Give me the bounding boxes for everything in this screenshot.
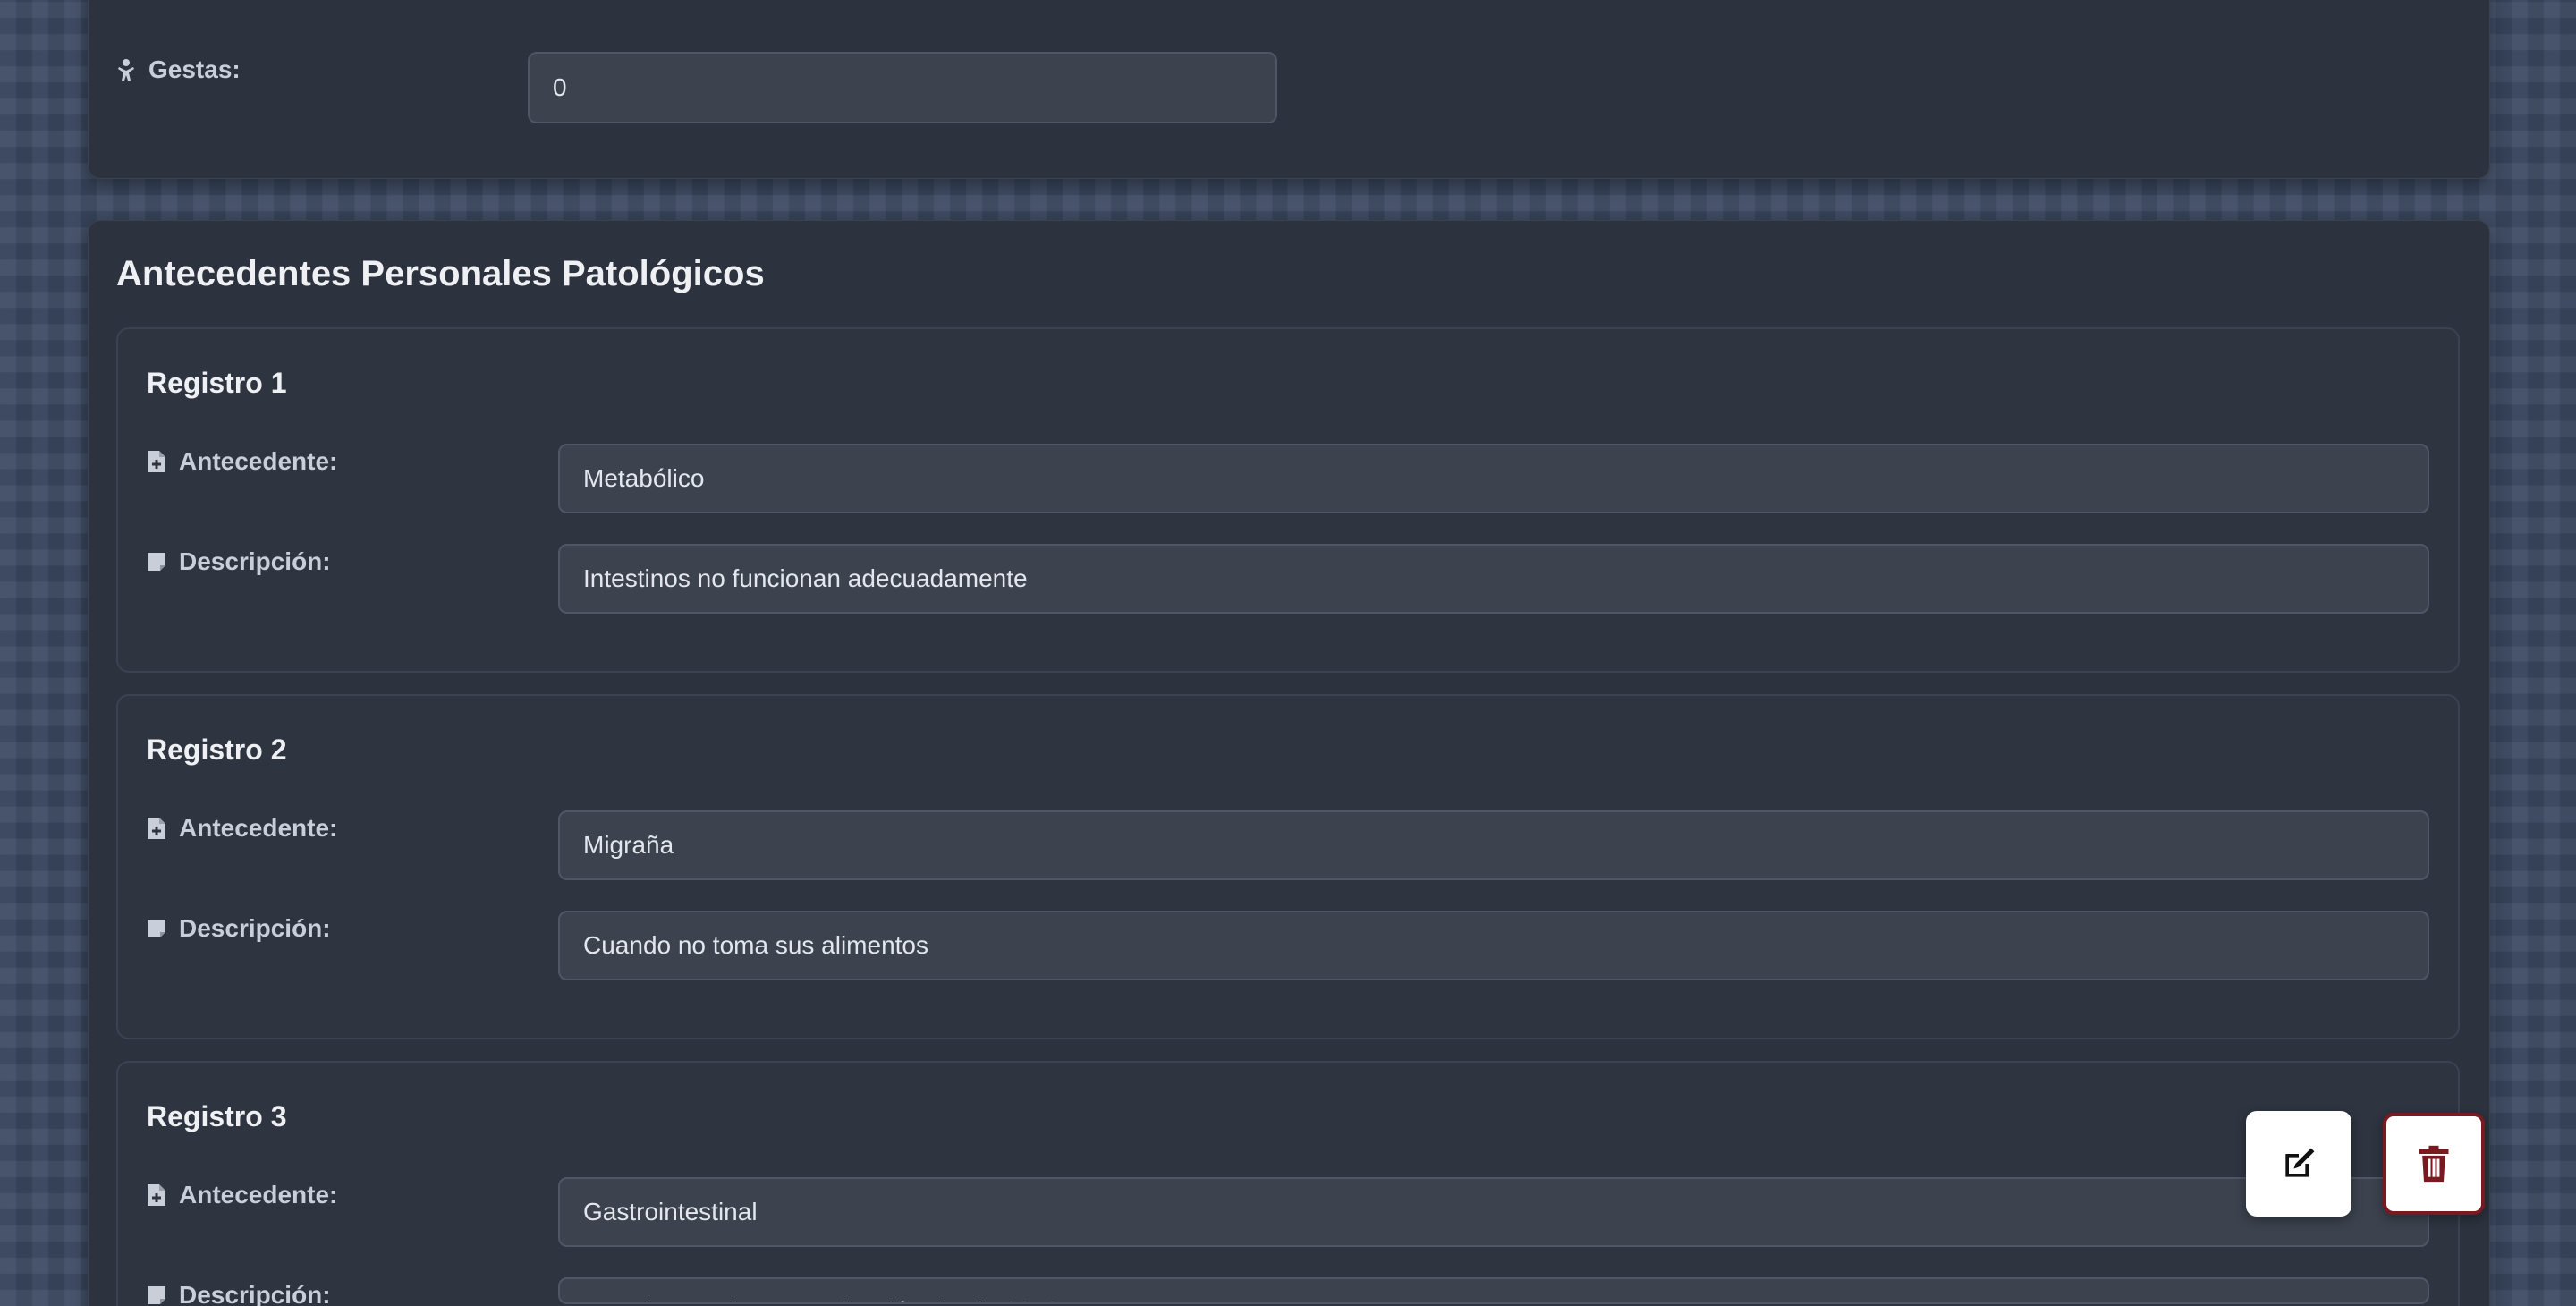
antecedente-label: Antecedente: xyxy=(147,814,337,843)
file-medical-icon xyxy=(147,817,166,840)
antecedente-label-text: Antecedente: xyxy=(179,814,338,842)
descripcion-label: Descripción: xyxy=(147,914,331,943)
sticky-note-icon xyxy=(147,550,166,573)
descripcion-label: Descripción: xyxy=(147,547,331,576)
antecedente-label: Antecedente: xyxy=(147,447,337,476)
descripcion-input[interactable]: Intestinos no hacen su función desde 201… xyxy=(558,1277,2429,1304)
trash-icon xyxy=(2416,1144,2452,1183)
descripcion-label: Descripción: xyxy=(147,1281,331,1306)
descripcion-input[interactable]: Intestinos no funcionan adecuadamente xyxy=(558,544,2429,614)
antecedente-label-text: Antecedente: xyxy=(179,447,338,475)
section-title: Antecedentes Personales Patológicos xyxy=(116,254,765,293)
descripcion-label-text: Descripción: xyxy=(179,547,331,575)
antecedente-input[interactable]: Gastrointestinal xyxy=(558,1177,2429,1247)
descripcion-label-text: Descripción: xyxy=(179,1281,331,1306)
descripcion-input[interactable]: Cuando no toma sus alimentos xyxy=(558,911,2429,980)
file-medical-icon xyxy=(147,450,166,473)
general-info-card xyxy=(88,0,2490,179)
descripcion-label-text: Descripción: xyxy=(179,914,331,942)
antecedente-input[interactable]: Migraña xyxy=(558,810,2429,880)
sticky-note-icon xyxy=(147,1284,166,1306)
record-title: Registro 2 xyxy=(147,734,287,766)
edit-icon xyxy=(2279,1144,2318,1183)
gestas-label-text: Gestas: xyxy=(148,55,241,83)
edit-button[interactable] xyxy=(2246,1111,2351,1217)
baby-icon xyxy=(116,58,136,81)
record-title: Registro 1 xyxy=(147,367,287,399)
gestas-input[interactable]: 0 xyxy=(528,52,1277,123)
antecedente-label: Antecedente: xyxy=(147,1181,337,1209)
antecedente-label-text: Antecedente: xyxy=(179,1181,338,1208)
sticky-note-icon xyxy=(147,917,166,940)
delete-button[interactable] xyxy=(2383,1113,2485,1215)
antecedente-input[interactable]: Metabólico xyxy=(558,444,2429,513)
file-medical-icon xyxy=(147,1183,166,1207)
record-title: Registro 3 xyxy=(147,1100,287,1132)
gestas-label: Gestas: xyxy=(116,55,241,84)
